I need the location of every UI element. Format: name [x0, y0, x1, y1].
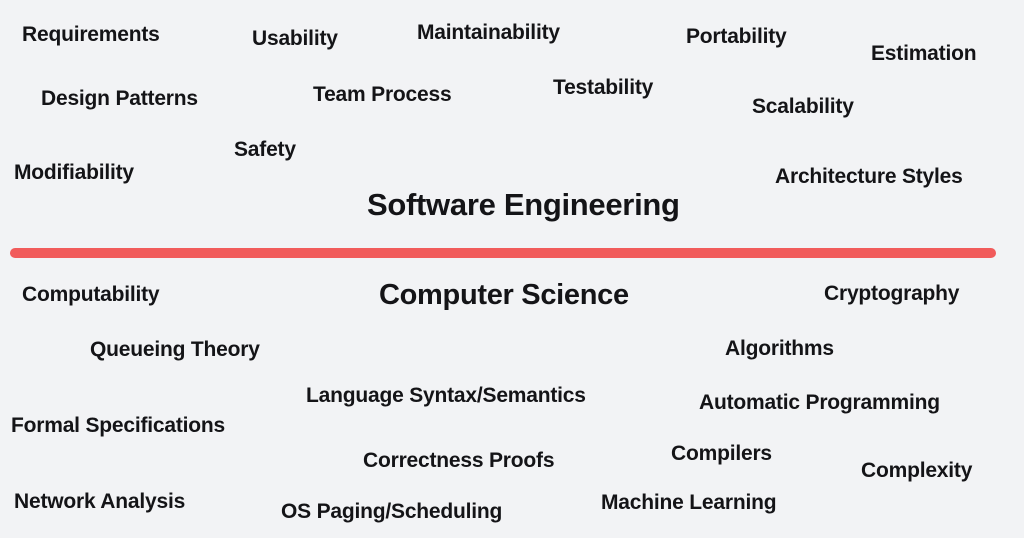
computer-science-heading: Computer Science: [379, 279, 629, 311]
cs-term-correctness-proofs: Correctness Proofs: [363, 449, 555, 472]
cs-term-automatic-programming: Automatic Programming: [699, 391, 940, 414]
cs-term-network-analysis: Network Analysis: [14, 490, 186, 513]
cs-term-machine-learning: Machine Learning: [601, 491, 777, 514]
cs-term-os-paging-scheduling: OS Paging/Scheduling: [281, 500, 503, 523]
cs-term-complexity: Complexity: [861, 459, 973, 482]
cs-term-computability: Computability: [22, 283, 160, 306]
cs-term-formal-specifications: Formal Specifications: [11, 414, 226, 437]
cs-term-algorithms: Algorithms: [725, 337, 834, 360]
cs-term-cryptography: Cryptography: [824, 282, 960, 305]
cs-term-queueing-theory: Queueing Theory: [90, 338, 260, 361]
concept-diagram: Requirements Usability Maintainability P…: [0, 0, 1024, 538]
cs-term-compilers: Compilers: [671, 442, 772, 465]
computer-science-section: Computer Science Computability Cryptogra…: [0, 0, 1024, 538]
cs-term-language-syntax-semantics: Language Syntax/Semantics: [306, 384, 586, 407]
